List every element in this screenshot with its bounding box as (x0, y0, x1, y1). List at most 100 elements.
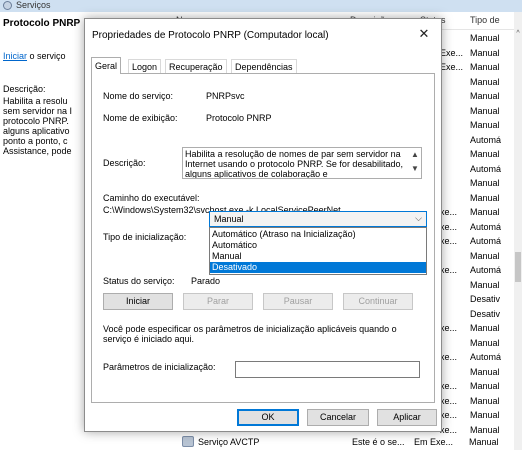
service-startup-type: Manual (470, 395, 500, 406)
continue-button[interactable]: Continuar (343, 293, 413, 310)
column-header-startup-type[interactable]: Tipo de (470, 15, 500, 25)
exe-path-label: Caminho do executável: (103, 193, 200, 203)
startup-option-automatic-delayed[interactable]: Automático (Atraso na Inicialização) (210, 229, 426, 240)
services-gear-icon (3, 1, 12, 10)
service-description: Este é o se... (352, 437, 405, 447)
service-startup-type: Manual (470, 366, 500, 377)
service-startup-type: Manual (470, 76, 500, 87)
scroll-up-arrow-icon[interactable]: ^ (514, 30, 522, 37)
service-startup-type: Automá (470, 163, 502, 174)
desc-line: Habilita a resolu (3, 96, 68, 106)
service-startup-type: Manual (470, 250, 500, 261)
service-startup-type: Manual (470, 410, 500, 420)
service-name: Serviço AVCTP (198, 437, 260, 447)
service-startup-type: Manual (470, 105, 500, 116)
stop-button[interactable]: Parar (183, 293, 253, 310)
startup-option-automatic[interactable]: Automático (210, 240, 426, 251)
scrollbar-thumb[interactable] (515, 252, 521, 282)
service-startup-type: Manual (470, 381, 500, 391)
service-status: xe... (440, 424, 458, 435)
service-status: Exe... (440, 47, 464, 58)
service-startup-type: Manual (470, 120, 500, 130)
service-startup-type: Automá (470, 221, 502, 232)
tab-recovery[interactable]: Recuperação (165, 59, 227, 73)
tab-logon[interactable]: Logon (128, 59, 162, 73)
service-startup-type: Manual (470, 279, 500, 290)
desc-line: protocolo PNRP. (3, 116, 69, 126)
description-text: Habilita a resolução de nomes de par sem… (185, 149, 403, 179)
service-startup-type: Manual (470, 149, 500, 159)
service-status-label: Status do serviço: (103, 276, 175, 286)
service-startup-type: Manual (469, 437, 499, 447)
apply-button[interactable]: Aplicar (377, 409, 437, 426)
params-input[interactable] (235, 361, 420, 378)
start-service-link-suffix: o serviço (27, 51, 66, 61)
properties-dialog: Propriedades de Protocolo PNRP (Computad… (84, 18, 442, 432)
service-status: xe... (440, 207, 458, 217)
service-status: Exe... (440, 62, 464, 72)
desc-line: alguns aplicativo (3, 126, 70, 136)
tab-general[interactable]: Geral (91, 57, 122, 74)
startup-type-label: Tipo de inicialização: (103, 232, 187, 242)
ok-button[interactable]: OK (237, 409, 299, 426)
services-scrollbar[interactable]: ^ (514, 12, 522, 450)
service-status: xe... (440, 352, 458, 362)
chevron-down-icon[interactable]: ⌵ (415, 213, 422, 224)
tab-dependencies[interactable]: Dependências (231, 59, 297, 73)
chevron-up-icon[interactable]: ▲ (411, 150, 419, 159)
service-startup-type: Manual (470, 207, 500, 217)
startup-option-disabled[interactable]: Desativado (210, 262, 426, 273)
service-startup-type: Automá (470, 352, 502, 362)
startup-type-select[interactable]: Manual ⌵ (209, 211, 427, 227)
display-name-label: Nome de exibição: (103, 113, 178, 123)
description-scrollbar[interactable]: ▲ ▼ (409, 148, 421, 178)
service-gear-icon (182, 436, 194, 447)
service-detail-panel: Protocolo PNRP Iniciar o serviço Descriç… (0, 12, 90, 450)
start-service-link[interactable]: Iniciar (3, 51, 27, 61)
dialog-title: Propriedades de Protocolo PNRP (Computad… (92, 30, 329, 41)
params-label: Parâmetros de inicialização: (103, 362, 216, 372)
service-status: xe... (440, 381, 458, 391)
service-startup-type: Manual (470, 62, 500, 72)
desc-line: sem servidor na I (3, 106, 73, 116)
close-icon[interactable]: ✕ (413, 25, 435, 43)
service-startup-type: Automá (470, 265, 502, 275)
start-service-link-line: Iniciar o serviço (3, 51, 66, 61)
service-startup-type: Manual (470, 47, 500, 58)
pause-button[interactable]: Pausar (263, 293, 333, 310)
desc-line: ponto a ponto, c (3, 136, 68, 146)
desc-line: Assistance, pode (3, 146, 72, 156)
service-startup-type: Manual (470, 424, 500, 435)
service-startup-type: Manual (470, 91, 500, 101)
dialog-titlebar[interactable]: Propriedades de Protocolo PNRP (Computad… (85, 19, 441, 51)
service-startup-type: Automá (470, 236, 502, 246)
service-startup-type: Manual (470, 192, 500, 203)
services-window-title: Serviços (16, 0, 51, 10)
chevron-down-icon[interactable]: ▼ (411, 164, 419, 173)
service-startup-type: Manual (470, 337, 500, 348)
cancel-button[interactable]: Cancelar (307, 409, 369, 426)
start-button[interactable]: Iniciar (103, 293, 173, 310)
service-status: xe... (440, 236, 458, 246)
params-hint: Você pode especificar os parâmetros de i… (103, 324, 397, 344)
service-startup-type: Manual (470, 33, 500, 43)
service-description-label: Descrição: (3, 84, 46, 94)
service-startup-type: Desativ (470, 308, 501, 319)
service-status: xe... (440, 221, 458, 232)
selected-service-title: Protocolo PNRP (3, 18, 81, 29)
startup-type-dropdown: Automático (Atraso na Inicialização) Aut… (209, 227, 427, 275)
service-startup-type: Manual (470, 178, 500, 188)
startup-option-manual[interactable]: Manual (210, 251, 426, 262)
service-startup-type: Desativ (470, 294, 501, 304)
service-status: Em Exe... (414, 437, 454, 447)
services-row-avctp[interactable]: Serviço AVCTP Este é o se... Em Exe... M… (176, 434, 522, 450)
service-description-text: Habilita a resolu sem servidor na I prot… (3, 96, 90, 156)
startup-type-selected: Manual (214, 214, 244, 224)
service-status: xe... (440, 395, 458, 406)
service-startup-type: Manual (470, 323, 500, 333)
services-titlebar: Serviços (0, 0, 522, 12)
display-name-value: Protocolo PNRP (206, 113, 272, 123)
description-textbox[interactable]: Habilita a resolução de nomes de par sem… (182, 147, 422, 179)
service-status: xe... (440, 265, 458, 275)
service-status: xe... (440, 410, 458, 420)
